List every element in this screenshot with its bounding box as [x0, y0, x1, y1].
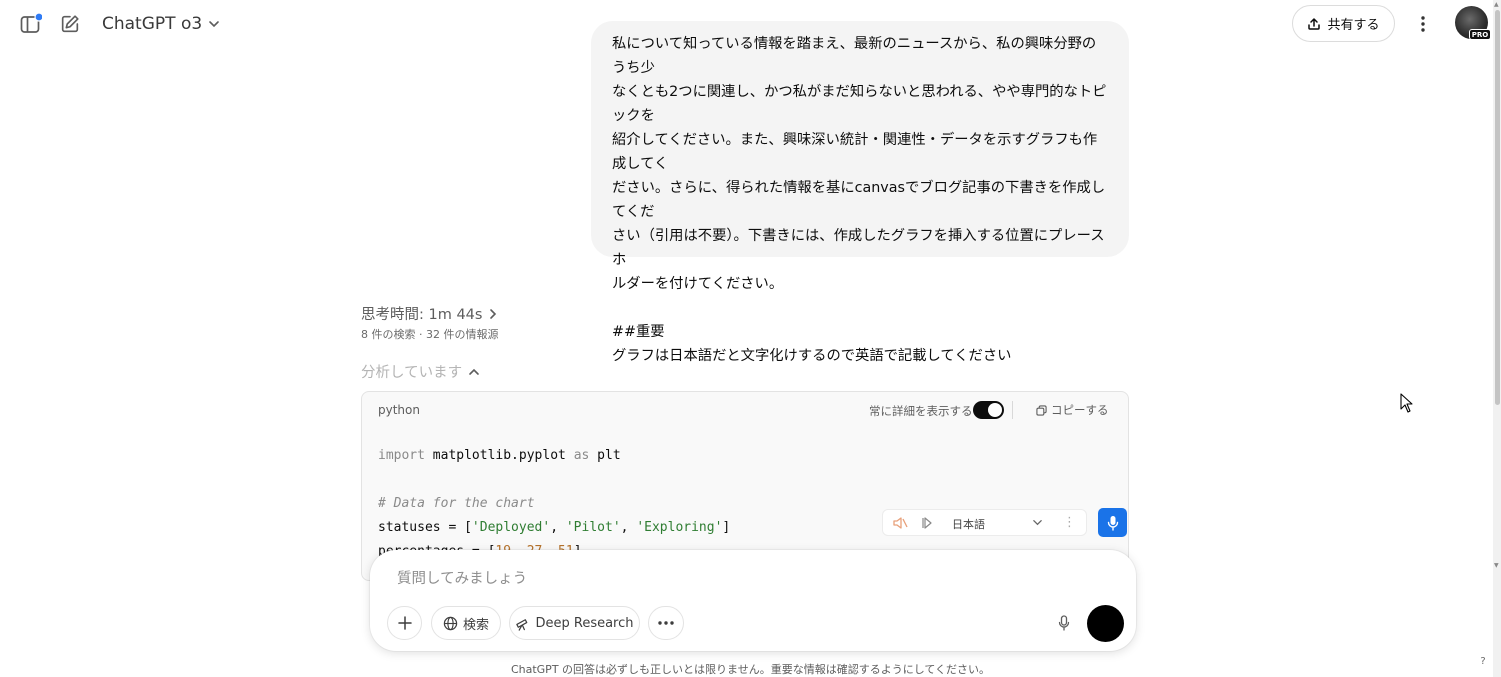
- sidebar-toggle-button[interactable]: [16, 10, 44, 38]
- code-string: 'Exploring': [636, 520, 723, 535]
- message-note: グラフは日本語だと文字化けするので英語で記載してください: [612, 348, 1012, 364]
- toggle-knob: [988, 403, 1002, 417]
- chevron-down-icon: [209, 21, 219, 28]
- message-line: さい（引用は不要）。下書きには、作成したグラフを挿入する位置にプレースホ: [612, 228, 1105, 268]
- code-text: ,: [550, 520, 566, 535]
- search-button[interactable]: 検索: [431, 606, 501, 640]
- message-line: ださい。さらに、得られた情報を基にcanvasでブログ記事の下書きを作成してくだ: [612, 180, 1106, 220]
- composer: 質問してみましょう 検索 Deep Research: [370, 550, 1136, 651]
- code-text: matplotlib.pyplot: [424, 448, 574, 463]
- code-text: ,: [620, 520, 637, 535]
- skip-icon: [922, 517, 932, 529]
- ellipsis-vertical-icon[interactable]: ⋮: [1063, 515, 1076, 530]
- deep-research-button[interactable]: Deep Research: [509, 606, 640, 640]
- code-keyword: import: [378, 448, 425, 463]
- chevron-down-icon: [1033, 520, 1042, 526]
- copy-code-button[interactable]: コピーする: [1036, 402, 1109, 418]
- help-button[interactable]: ?: [1474, 652, 1492, 670]
- deep-research-label: Deep Research: [535, 615, 634, 631]
- share-icon: [1308, 17, 1321, 30]
- share-label: 共有する: [1327, 18, 1380, 33]
- microphone-icon: [1107, 515, 1118, 531]
- mute-icon: [893, 517, 908, 529]
- copy-icon: [1036, 404, 1047, 416]
- code-text: plt: [589, 448, 621, 463]
- divider: [1012, 401, 1013, 419]
- chevron-right-icon: [490, 308, 497, 319]
- disclaimer: ChatGPT の回答は必ずしも正しいとは限りません。重要な情報は確認するように…: [510, 663, 991, 676]
- voice-toolbar: 日本語 ⋮: [882, 509, 1087, 536]
- message-line: ルダーを付けてください。: [612, 276, 784, 292]
- model-selector[interactable]: ChatGPT o3: [102, 11, 220, 37]
- message-heading: ##重要: [612, 324, 665, 340]
- share-button[interactable]: 共有する: [1292, 5, 1395, 42]
- microphone-icon: [1058, 615, 1070, 631]
- search-label: 検索: [462, 617, 489, 633]
- voice-language[interactable]: 日本語: [952, 516, 985, 532]
- more-tools-button[interactable]: [648, 606, 684, 640]
- voice-mode-button[interactable]: [1087, 605, 1124, 642]
- thinking-time-label: 思考時間: 1m 44s: [361, 307, 483, 323]
- copy-label: コピーする: [1051, 403, 1109, 417]
- cursor-icon: [1400, 393, 1413, 413]
- always-show-details-toggle[interactable]: [973, 401, 1004, 419]
- dictate-button[interactable]: [1050, 612, 1078, 634]
- ellipsis-icon: [658, 621, 674, 625]
- chevron-up-icon: [469, 368, 479, 375]
- sources-count: 8 件の検索 · 32 件の情報源: [361, 328, 499, 341]
- thinking-time-toggle[interactable]: 思考時間: 1m 44s: [361, 303, 498, 324]
- more-vertical-icon: [1421, 16, 1425, 32]
- message-line: なくとも2つに関連し、かつ私がまだ知らないと思われる、やや専門的なトピックを: [612, 84, 1107, 124]
- notification-dot: [34, 12, 42, 22]
- globe-icon: [443, 616, 458, 630]
- code-string: 'Deployed': [471, 520, 551, 535]
- analyzing-label: 分析しています: [361, 365, 463, 381]
- new-chat-icon: [61, 15, 79, 33]
- scroll-down-arrow[interactable]: ▼: [1494, 562, 1499, 569]
- code-text: ]: [722, 520, 731, 535]
- skip-button[interactable]: [921, 516, 933, 533]
- attach-button[interactable]: [387, 606, 422, 640]
- message-line: 紹介してください。また、興味深い統計・関連性・データを示すグラフも作成してく: [612, 132, 1098, 172]
- telescope-icon: [516, 618, 528, 631]
- more-options-button[interactable]: [1408, 9, 1438, 39]
- code-keyword: as: [573, 448, 590, 463]
- language-dropdown[interactable]: [1032, 517, 1043, 531]
- analyzing-toggle[interactable]: 分析しています: [361, 361, 480, 382]
- model-name: ChatGPT o3: [102, 14, 203, 34]
- code-string: 'Pilot': [565, 520, 621, 535]
- mute-button[interactable]: [892, 515, 908, 534]
- code-text: statuses = [: [378, 520, 472, 535]
- always-show-details-label: 常に詳細を表示する: [869, 404, 973, 418]
- plus-icon: [397, 616, 412, 630]
- pro-badge: PRO: [1469, 29, 1491, 40]
- scrollbar-thumb[interactable]: [1495, 10, 1500, 405]
- scroll-up-arrow[interactable]: ▲: [1494, 1, 1499, 8]
- voice-input-button[interactable]: [1098, 508, 1127, 537]
- user-message-bubble: 私について知っている情報を踏まえ、最新のニュースから、私の興味分野のうち少 なく…: [591, 21, 1129, 364]
- code-comment: # Data for the chart: [378, 496, 535, 511]
- code-language: python: [378, 403, 420, 417]
- new-chat-button[interactable]: [56, 10, 84, 38]
- prompt-input[interactable]: 質問してみましょう: [397, 567, 527, 588]
- message-line: 私について知っている情報を踏まえ、最新のニュースから、私の興味分野のうち少: [612, 36, 1097, 76]
- code-content: import matplotlib.pyplot as plt # Data f…: [378, 444, 730, 564]
- sidebar-icon: [20, 12, 42, 33]
